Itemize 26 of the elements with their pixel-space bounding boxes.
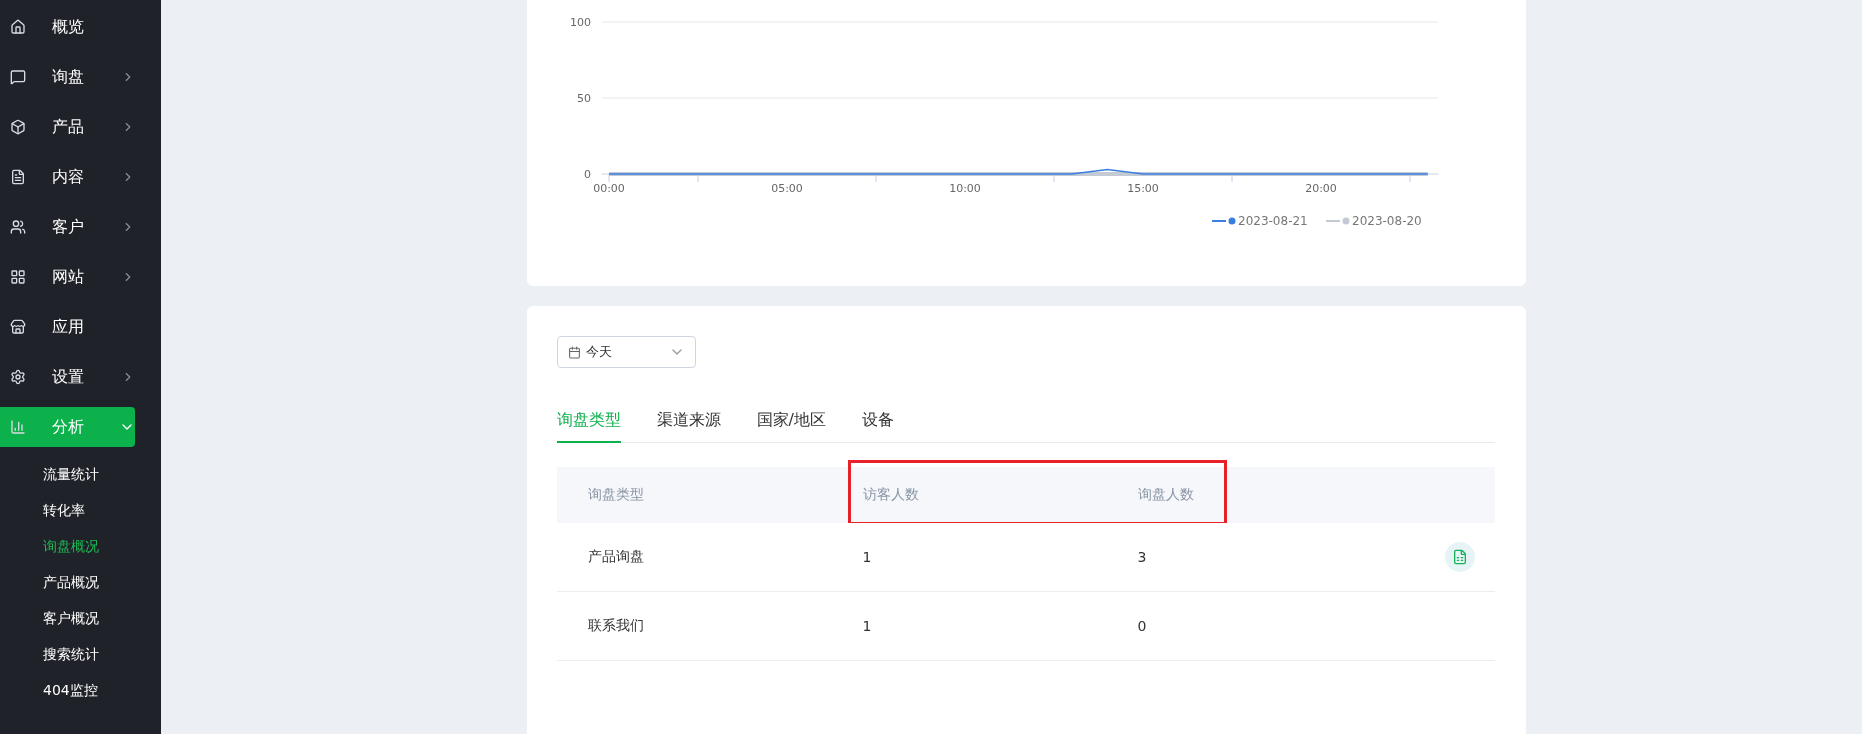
- sidebar-item-label: 设置: [52, 366, 85, 388]
- sidebar-item-label: 询盘: [52, 66, 85, 88]
- sidebar-item-label: 内容: [52, 166, 85, 188]
- table-cell-text: 联系我们: [587, 617, 645, 635]
- y-tick-label: 0: [583, 168, 591, 181]
- y-tick-label: 50: [576, 92, 591, 105]
- table-cell-text: 1: [862, 618, 873, 634]
- x-tick-label: 20:00: [1304, 182, 1337, 195]
- x-tick-label: 05:00: [770, 182, 803, 195]
- table-cell-text: 3: [1137, 549, 1148, 565]
- y-tick-label: 100: [569, 16, 591, 29]
- x-tick-label: 00:00: [592, 182, 625, 195]
- column-header: 询盘人数: [1137, 486, 1195, 504]
- sidebar-item-label: 分析: [52, 416, 85, 438]
- x-tick-label: 10:00: [948, 182, 981, 195]
- table-cell-text: 产品询盘: [587, 548, 645, 566]
- sidebar-item-label: 应用: [52, 316, 85, 338]
- x-tick-label: 15:00: [1126, 182, 1159, 195]
- sidebar-item-label: 概览: [52, 16, 85, 38]
- sidebar-item-label: 客户: [52, 216, 85, 238]
- sidebar-item-label: 网站: [52, 266, 85, 288]
- sidebar-item-label: 产品: [52, 116, 85, 138]
- column-header: 访客人数: [862, 486, 920, 504]
- table-cell-text: 1: [862, 549, 873, 565]
- table-cell-text: 0: [1137, 618, 1148, 634]
- column-header: 询盘类型: [587, 486, 645, 504]
